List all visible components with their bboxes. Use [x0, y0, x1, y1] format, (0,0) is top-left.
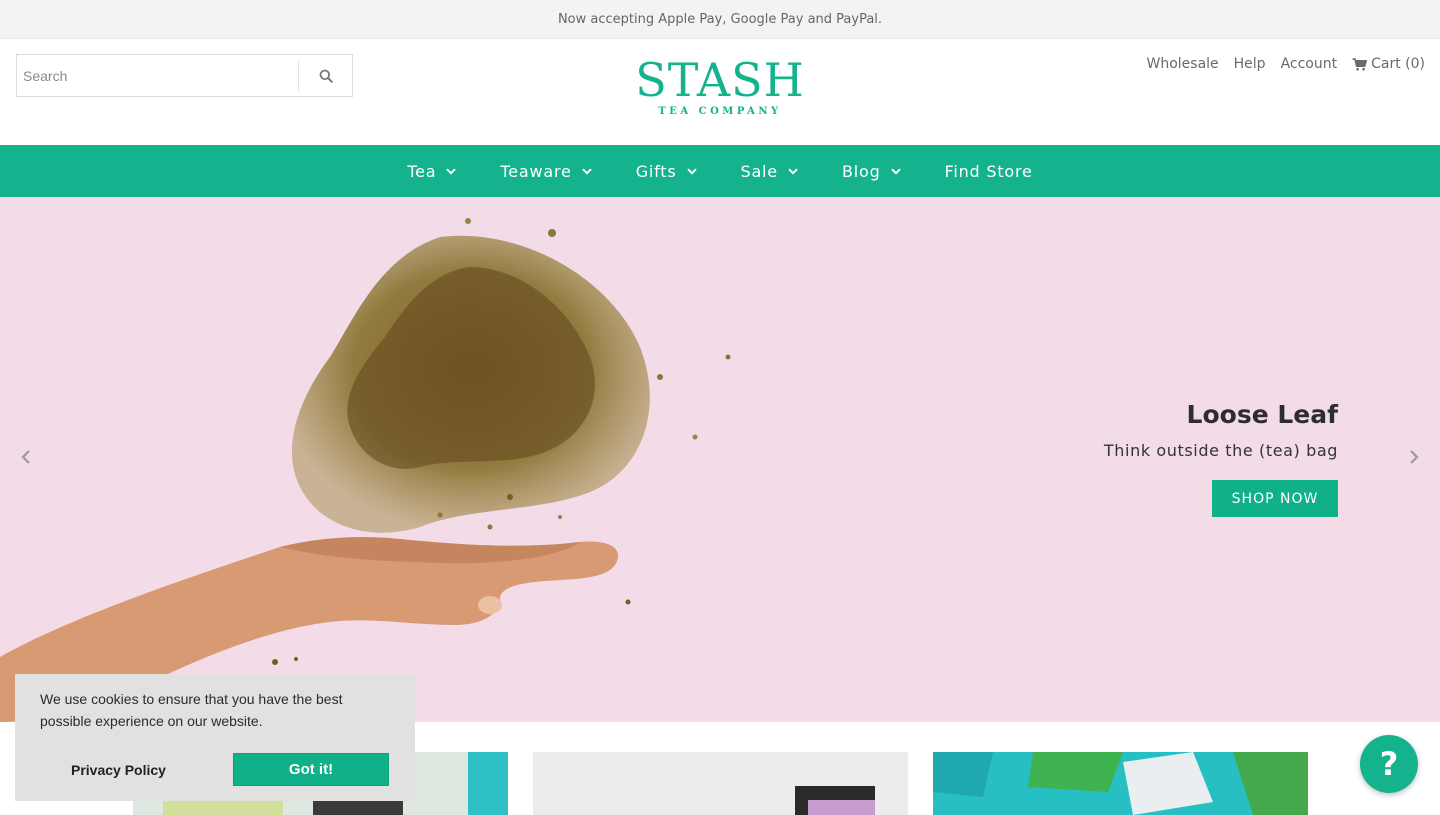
search-input[interactable]: [17, 55, 298, 96]
next-slide-button[interactable]: [1408, 449, 1420, 469]
chevron-down-icon: [890, 167, 901, 175]
accept-cookies-button[interactable]: Got it!: [233, 753, 389, 786]
logo-wordmark: STASH: [635, 53, 805, 107]
nav-item-teaware[interactable]: Teaware: [500, 161, 592, 181]
featured-tile[interactable]: [533, 752, 908, 815]
chevron-left-icon: [21, 450, 30, 464]
nav-item-sale[interactable]: Sale: [741, 162, 798, 181]
logo-tagline: TEA COMPANY: [658, 106, 782, 117]
chevron-down-icon: [446, 167, 457, 175]
chevron-down-icon: [788, 167, 798, 175]
wholesale-link[interactable]: Wholesale: [1146, 56, 1218, 72]
hero-image: [0, 218, 731, 722]
prev-slide-button[interactable]: [20, 449, 32, 469]
search-icon: [319, 69, 333, 83]
site-header: STASH TEA COMPANY Wholesale Help Account…: [0, 39, 1440, 145]
account-link[interactable]: Account: [1281, 56, 1338, 72]
nav-item-label: Tea: [407, 161, 437, 181]
nav-item-label: Gifts: [635, 161, 677, 181]
shop-now-button[interactable]: SHOP NOW: [1212, 480, 1338, 517]
announcement-bar: Now accepting Apple Pay, Google Pay and …: [0, 0, 1440, 39]
cart-label: Cart (0): [1371, 56, 1425, 72]
hero-subtitle: Think outside the (tea) bag: [1103, 441, 1338, 460]
announcement-text: Now accepting Apple Pay, Google Pay and …: [557, 12, 883, 27]
nav-item-tea[interactable]: Tea: [407, 161, 457, 181]
nav-item-find-store[interactable]: Find Store: [945, 162, 1033, 181]
nav-item-blog[interactable]: Blog: [842, 162, 901, 181]
help-chat-button[interactable]: ?: [1360, 735, 1418, 793]
tile-image: [933, 752, 1308, 815]
chevron-down-icon: [686, 167, 697, 175]
nav-item-label: Find Store: [944, 161, 1033, 181]
privacy-policy-link[interactable]: Privacy Policy: [71, 762, 166, 778]
main-nav: Tea Teaware Gifts Sale Blog Find Store: [0, 145, 1440, 197]
nav-item-label: Blog: [841, 161, 881, 181]
search-button[interactable]: [298, 61, 352, 91]
chevron-right-icon: [1410, 450, 1419, 464]
cart-link[interactable]: Cart (0): [1352, 56, 1425, 72]
cart-icon: [1352, 57, 1368, 70]
site-logo[interactable]: STASH TEA COMPANY: [620, 54, 820, 124]
featured-tile[interactable]: [933, 752, 1308, 815]
hero-title: Loose Leaf: [1186, 400, 1338, 429]
chevron-down-icon: [581, 167, 592, 175]
nav-item-gifts[interactable]: Gifts: [636, 162, 697, 181]
utility-nav: Wholesale Help Account Cart (0): [1146, 56, 1425, 72]
help-link[interactable]: Help: [1234, 56, 1266, 72]
cookie-banner: We use cookies to ensure that you have t…: [15, 674, 415, 801]
hero-slider: Loose Leaf Think outside the (tea) bag S…: [0, 197, 1440, 722]
nav-item-label: Teaware: [500, 161, 572, 181]
tile-image: [533, 752, 908, 815]
nav-item-label: Sale: [740, 161, 778, 181]
cookie-message: We use cookies to ensure that you have t…: [40, 691, 343, 729]
search-form: [16, 54, 353, 97]
